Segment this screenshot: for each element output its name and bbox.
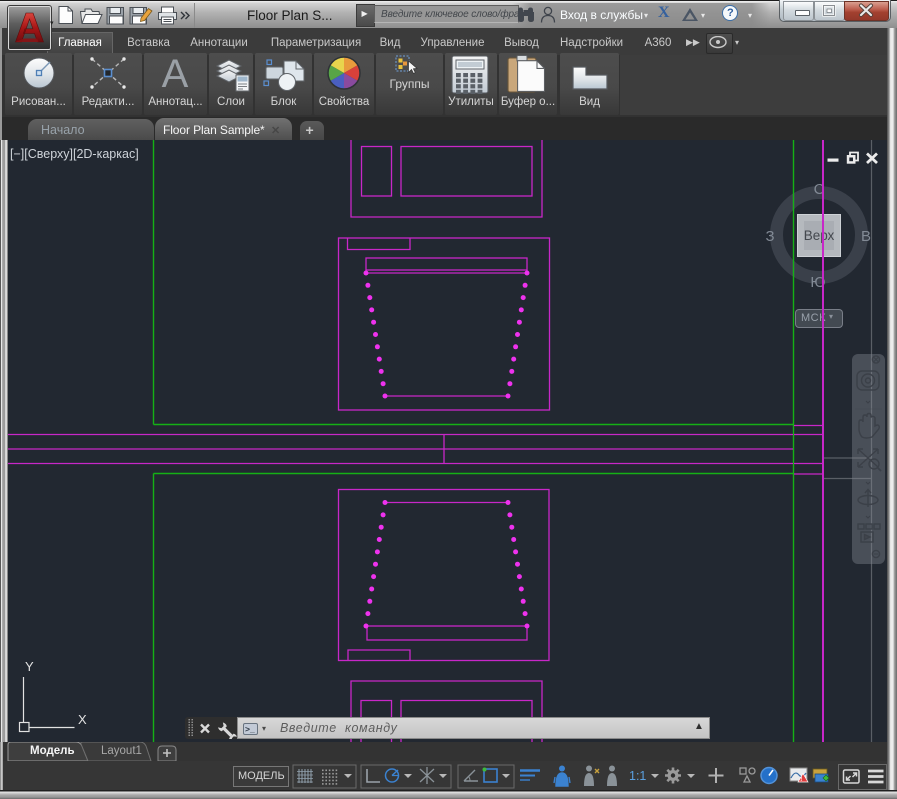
svg-text:!: ! xyxy=(800,777,802,783)
svg-text:1:1: 1:1 xyxy=(629,769,646,783)
svg-text:Y: Y xyxy=(25,659,34,674)
svg-text:A: A xyxy=(162,55,189,96)
svg-text:X: X xyxy=(78,712,87,727)
